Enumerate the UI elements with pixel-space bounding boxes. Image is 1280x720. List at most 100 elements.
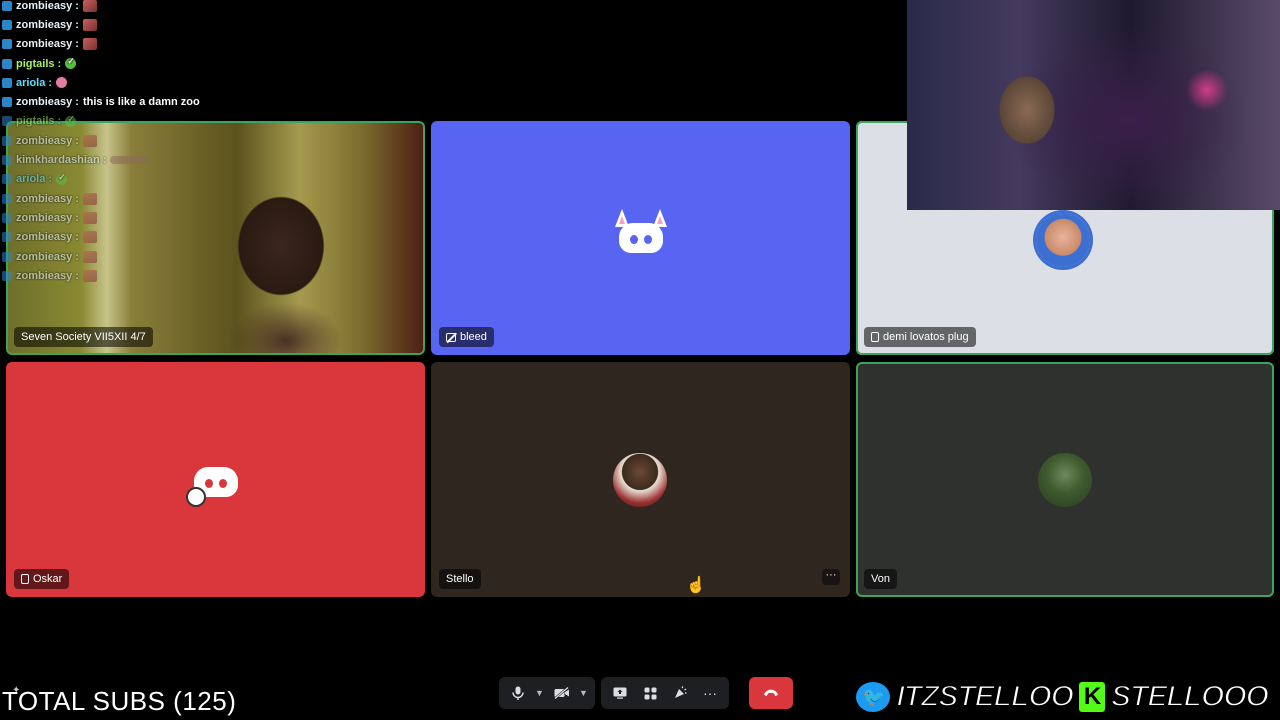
- audio-video-group: ▼ ▼: [499, 677, 595, 709]
- chat-username: zombieasy :: [16, 269, 79, 282]
- chat-username: zombieasy :: [16, 134, 79, 147]
- chat-message: zombieasy :: [2, 228, 302, 247]
- chat-username: ariola :: [16, 76, 53, 89]
- participant-tile-stello[interactable]: Stello ···: [431, 362, 850, 597]
- mobile-icon: [871, 332, 879, 342]
- chat-badge-icon: [2, 270, 12, 281]
- chat-username: zombieasy :: [16, 211, 79, 224]
- chat-username: ariola :: [16, 173, 53, 186]
- screen-share-icon[interactable]: [607, 680, 633, 706]
- participant-name-label: Oskar: [14, 569, 70, 589]
- chat-username: zombieasy :: [16, 96, 79, 109]
- chat-message: pigtails :: [2, 112, 302, 131]
- stream-chat-overlay: zombieasy : zombieasy : zombieasy : pigtail…: [2, 0, 302, 285]
- chat-badge-icon: [2, 232, 12, 243]
- chat-emote-icon: [110, 156, 151, 165]
- streamer-webcam: [907, 0, 1280, 210]
- participant-name-label: demi lovatos plug: [864, 327, 976, 347]
- chat-emote-icon: [82, 134, 97, 147]
- chat-message: zombieasy :: [2, 0, 302, 15]
- chat-username: zombieasy :: [16, 18, 79, 31]
- chat-emote-icon: [82, 231, 97, 244]
- participant-name-label: Seven Society VII5XII 4/7: [14, 327, 153, 347]
- chat-badge-icon: [2, 58, 12, 69]
- participant-tile-oskar[interactable]: Oskar: [6, 362, 425, 597]
- chat-badge-icon: [2, 135, 12, 146]
- discord-soccer-avatar-icon: [186, 459, 246, 507]
- chat-emote-icon: [82, 269, 97, 282]
- chat-username: pigtails :: [16, 57, 62, 70]
- chat-emote-icon: [82, 192, 97, 205]
- chat-message: zombieasy :: [2, 35, 302, 54]
- activities-icon[interactable]: [637, 680, 663, 706]
- chat-emote-icon: [82, 0, 97, 12]
- chat-message: pigtails :: [2, 54, 302, 73]
- chat-emote-icon: [56, 172, 68, 185]
- chat-badge-icon: [2, 77, 12, 88]
- chat-username: zombieasy :: [16, 38, 79, 51]
- participant-tile-bleed[interactable]: bleed: [431, 121, 850, 355]
- participant-name-label: Stello: [439, 569, 481, 589]
- hang-up-button[interactable]: [749, 677, 793, 709]
- video-off-icon: [446, 332, 456, 342]
- kick-handle: STELLOOO: [1110, 679, 1270, 714]
- chat-message: kimkhardashian :: [2, 150, 302, 169]
- camera-off-icon[interactable]: [549, 680, 575, 706]
- chat-badge-icon: [2, 212, 12, 223]
- more-options-button[interactable]: ···: [822, 569, 840, 585]
- chat-badge-icon: [2, 174, 12, 185]
- chat-badge-icon: [2, 97, 12, 108]
- mic-icon[interactable]: [505, 680, 531, 706]
- chat-emote-icon: [82, 211, 97, 224]
- kick-logo-icon: K: [1079, 682, 1105, 712]
- chat-emote-icon: [65, 114, 77, 127]
- twitter-handle: ITZSTELLOO: [895, 679, 1075, 714]
- user-avatar: [1036, 213, 1090, 267]
- actions-group: ···: [601, 677, 729, 709]
- mouse-cursor-icon: ☝: [686, 577, 706, 594]
- chat-badge-icon: [2, 155, 12, 166]
- chat-emote-icon: [56, 77, 68, 89]
- chat-badge-icon: [2, 193, 12, 204]
- chat-emote-icon: [82, 18, 97, 31]
- chat-username: kimkhardashian :: [16, 154, 107, 167]
- chat-badge-icon: [2, 0, 12, 11]
- chat-emote-icon: [82, 250, 97, 263]
- chat-badge-icon: [2, 19, 12, 30]
- call-controls: ▼ ▼ ···: [499, 677, 793, 709]
- more-icon[interactable]: ···: [697, 680, 723, 706]
- phone-hangup-icon: [764, 689, 778, 697]
- user-avatar: [613, 453, 667, 507]
- chat-username: zombieasy :: [16, 192, 79, 205]
- chat-username: zombieasy :: [16, 231, 79, 244]
- chat-badge-icon: [2, 116, 12, 127]
- discord-cat-avatar-icon: [611, 209, 671, 255]
- twitter-bird-icon: 🐦: [856, 682, 891, 712]
- participant-name-label: Von: [864, 569, 897, 589]
- chat-message-text: this is like a damn zoo: [82, 96, 200, 109]
- chat-message: zombieasy :: [2, 189, 302, 208]
- chat-username: zombieasy :: [16, 0, 79, 12]
- mobile-icon: [21, 574, 29, 584]
- chat-badge-icon: [2, 39, 12, 50]
- chevron-down-icon[interactable]: ▼: [535, 688, 545, 698]
- chat-message: zombieasy : this is like a damn zoo: [2, 92, 302, 111]
- participant-name-label: bleed: [439, 327, 494, 347]
- chat-username: zombieasy :: [16, 250, 79, 263]
- chat-message: zombieasy :: [2, 15, 302, 34]
- chat-message: ariola :: [2, 73, 302, 92]
- total-subs-counter: TOTAL SUBS (125): [2, 686, 237, 716]
- chat-message: zombieasy :: [2, 131, 302, 150]
- user-avatar: [1038, 453, 1092, 507]
- chevron-down-icon[interactable]: ▼: [579, 688, 589, 698]
- soundboard-icon[interactable]: [667, 680, 693, 706]
- chat-username: pigtails :: [16, 115, 62, 128]
- chat-message: ariola :: [2, 170, 302, 189]
- chat-message: zombieasy :: [2, 247, 302, 266]
- chat-message: zombieasy :: [2, 266, 302, 285]
- chat-emote-icon: [65, 56, 77, 70]
- chat-message: zombieasy :: [2, 208, 302, 227]
- chat-emote-icon: [82, 38, 97, 51]
- participant-tile-von[interactable]: Von: [856, 362, 1274, 597]
- social-handles-overlay: 🐦 ITZSTELLOO K STELLOOO: [856, 679, 1270, 714]
